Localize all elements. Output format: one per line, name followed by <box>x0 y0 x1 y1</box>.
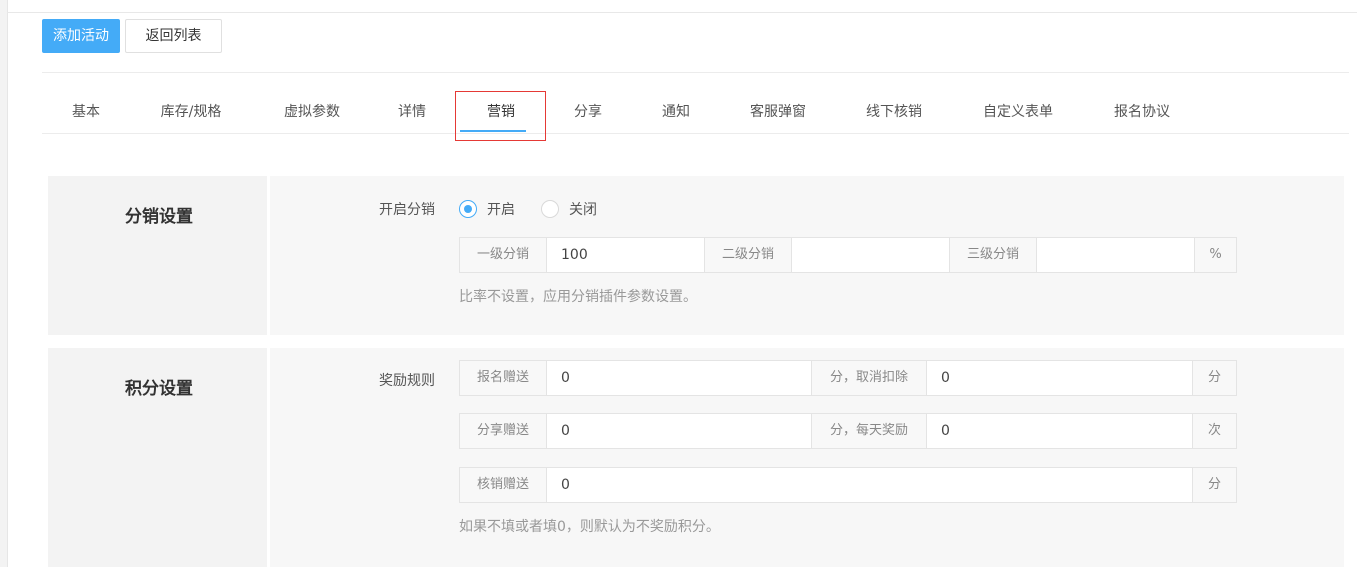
signup-reward-group: 报名赠送 0 分，取消扣除 0 分 <box>459 360 1237 396</box>
points-settings-title: 积分设置 <box>125 379 193 399</box>
share-reward-input[interactable]: 0 <box>547 414 812 448</box>
back-to-list-button[interactable]: 返回列表 <box>125 19 222 53</box>
points-help-text: 如果不填或者填0，则默认为不奖励积分。 <box>459 519 720 535</box>
tab-bar: 基本 库存/规格 虚拟参数 详情 营销 分享 通知 客服弹窗 线下核销 自定义表… <box>42 92 1349 134</box>
tab-divider <box>42 133 1349 134</box>
signup-reward-input[interactable]: 0 <box>547 361 812 395</box>
tab-signup-agreement[interactable]: 报名协议 <box>1100 92 1184 132</box>
distribution-settings-sidebar <box>48 176 270 335</box>
verify-reward-group: 核销赠送 0 分 <box>459 467 1237 503</box>
toolbar-divider <box>42 72 1349 73</box>
tab-stock-spec[interactable]: 库存/规格 <box>147 92 235 132</box>
level3-input[interactable] <box>1037 238 1195 272</box>
top-divider <box>7 12 1357 13</box>
signup-reward-addon: 报名赠送 <box>460 361 547 395</box>
tab-service-popup[interactable]: 客服弹窗 <box>736 92 820 132</box>
add-activity-button[interactable]: 添加活动 <box>42 19 120 53</box>
enable-radio[interactable] <box>459 200 477 218</box>
enable-distribution-label: 开启分销 <box>379 202 435 218</box>
level1-addon: 一级分销 <box>460 238 547 272</box>
tab-details[interactable]: 详情 <box>384 92 440 132</box>
daily-reward-input[interactable]: 0 <box>927 414 1193 448</box>
signup-unit-addon: 分 <box>1193 361 1236 395</box>
disable-radio-label[interactable]: 关闭 <box>569 199 597 219</box>
daily-reward-addon: 分，每天奖励 <box>812 414 927 448</box>
verify-reward-input[interactable]: 0 <box>547 468 1193 502</box>
distribution-settings-title: 分销设置 <box>125 207 193 227</box>
share-reward-addon: 分享赠送 <box>460 414 547 448</box>
percent-unit-addon: % <box>1195 238 1236 272</box>
distribution-settings-panel: 分销设置 开启分销 开启 关闭 一级分销 100 二级分销 三级分销 % 比率不… <box>48 176 1344 335</box>
verify-unit-addon: 分 <box>1193 468 1236 502</box>
left-edge-strip <box>0 0 8 567</box>
tab-basic[interactable]: 基本 <box>56 92 116 132</box>
level2-input[interactable] <box>792 238 950 272</box>
disable-radio[interactable] <box>541 200 559 218</box>
tab-offline-verify[interactable]: 线下核销 <box>852 92 936 132</box>
verify-reward-addon: 核销赠送 <box>460 468 547 502</box>
tab-virtual-params[interactable]: 虚拟参数 <box>270 92 354 132</box>
enable-radio-label[interactable]: 开启 <box>487 199 515 219</box>
level2-addon: 二级分销 <box>705 238 792 272</box>
cancel-deduct-addon: 分，取消扣除 <box>812 361 927 395</box>
share-unit-addon: 次 <box>1193 414 1236 448</box>
distribution-help-text: 比率不设置，应用分销插件参数设置。 <box>459 289 697 305</box>
level1-input[interactable]: 100 <box>547 238 705 272</box>
reward-rules-label: 奖励规则 <box>379 373 435 389</box>
tab-custom-form[interactable]: 自定义表单 <box>968 92 1068 132</box>
share-reward-group: 分享赠送 0 分，每天奖励 0 次 <box>459 413 1237 449</box>
points-settings-panel: 积分设置 奖励规则 报名赠送 0 分，取消扣除 0 分 分享赠送 0 分，每天奖… <box>48 348 1344 567</box>
tab-share[interactable]: 分享 <box>560 92 616 132</box>
tab-notify[interactable]: 通知 <box>648 92 704 132</box>
cancel-deduct-input[interactable]: 0 <box>927 361 1193 395</box>
active-tab-indicator <box>460 130 526 132</box>
distribution-levels-group: 一级分销 100 二级分销 三级分销 % <box>459 237 1237 273</box>
tab-marketing[interactable]: 营销 <box>472 92 530 132</box>
level3-addon: 三级分销 <box>950 238 1037 272</box>
